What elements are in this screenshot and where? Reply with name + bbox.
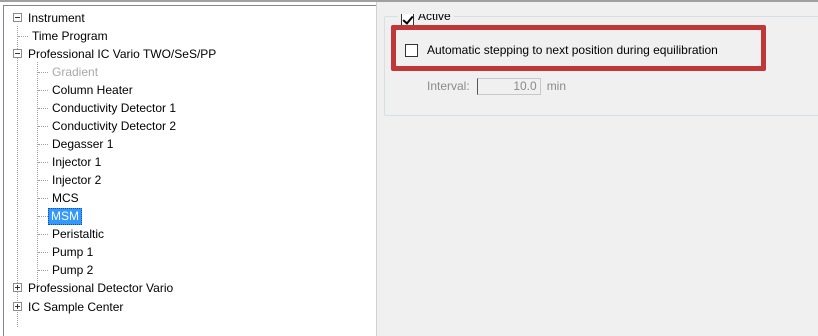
tree-item-label: Instrument [28,11,85,25]
tree-item-label: Professional Detector Vario [28,281,174,295]
tree-item-time-program[interactable]: Time Program [30,27,110,45]
tree-item-label: Pump 2 [52,263,94,277]
tree-item-label: Column Heater [52,83,133,97]
expand-icon[interactable] [13,283,22,292]
tree-branch-line [38,234,48,235]
tree-item-label: Professional IC Vario TWO/SeS/PP [28,47,217,61]
tree-branch-line [38,270,48,271]
tree-branch-line [18,36,28,37]
tree-branch-line [38,90,48,91]
tree-branch-line [38,252,48,253]
tree-item-gradient[interactable]: Gradient [50,63,100,81]
tree-branch-line [38,198,48,199]
tree-item-column-heater[interactable]: Column Heater [50,81,135,99]
tree-item-label: Conductivity Detector 2 [52,119,177,133]
tree-branch-line [38,216,48,217]
tree-item-pump-1[interactable]: Pump 1 [50,243,95,261]
expand-icon[interactable] [13,302,22,311]
tree-branch-line [38,180,48,181]
tree-item-conductivity-detector-1[interactable]: Conductivity Detector 1 [50,99,178,117]
tree-connector-level1 [17,26,18,327]
interval-unit: min [546,79,567,93]
instrument-tree[interactable]: Instrument Time Program Professional IC … [3,5,376,336]
tree-item-label: Conductivity Detector 1 [52,101,177,115]
collapse-icon[interactable] [13,49,22,58]
tree-item-label: Degasser 1 [52,137,114,151]
tree-item-peristaltic[interactable]: Peristaltic [50,225,106,243]
tree-branch-line [38,126,48,127]
tree-branch-line [38,162,48,163]
tree-item-label: Injector 2 [52,173,102,187]
active-checkbox-label: Active [418,14,451,23]
msm-settings-window: Instrument Time Program Professional IC … [0,0,818,336]
tree-branch-line [38,144,48,145]
tree-item-injector-2[interactable]: Injector 2 [50,171,103,189]
tree-item-msm[interactable]: MSM [48,207,82,225]
tree-connector-level2 [37,62,38,289]
tree-item-label: Gradient [52,65,99,79]
tree-item-label: MSM [48,208,82,225]
tree-item-degasser-1[interactable]: Degasser 1 [50,135,115,153]
tree-branch-line [38,108,48,109]
tree-item-label: MCS [52,191,79,205]
tree-item-label: IC Sample Center [28,300,124,314]
tree-item-conductivity-detector-2[interactable]: Conductivity Detector 2 [50,117,178,135]
tree-branch-line [38,72,48,73]
highlight-frame [391,25,766,71]
tree-item-injector-1[interactable]: Injector 1 [50,153,103,171]
tree-item-pump-2[interactable]: Pump 2 [50,261,95,279]
interval-label: Interval: [427,79,470,93]
tree-item-label: Pump 1 [52,245,94,259]
interval-input[interactable] [476,77,541,95]
tree-item-label: Time Program [32,29,108,43]
tree-item-label: Peristaltic [52,227,105,241]
collapse-icon[interactable] [13,13,22,22]
tree-item-mcs[interactable]: MCS [50,189,81,207]
interval-row: Interval: min [427,76,566,96]
tree-item-label: Injector 1 [52,155,102,169]
